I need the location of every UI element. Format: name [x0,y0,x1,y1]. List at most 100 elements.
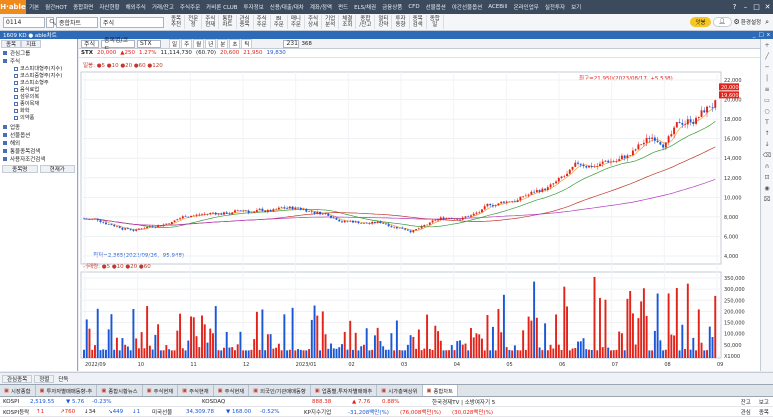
chart-market-select[interactable]: 주식 [81,39,99,48]
magnet-icon[interactable]: ∩ [763,162,772,171]
screen-number-input[interactable]: 0114 [3,16,45,28]
quick-button[interactable]: 주식 주문 [254,15,271,29]
horizontal-line-icon[interactable]: ─ [763,63,772,72]
window-tab[interactable]: ▣ 주식현재 [214,384,250,397]
window-minimize-icon[interactable]: _ [753,32,756,38]
arrow-up-icon[interactable]: ↑ [763,129,772,138]
menu-item[interactable]: 펀드 [335,3,351,11]
text-icon[interactable]: T [763,118,772,127]
group-item[interactable]: 사용자조건검색 [0,155,77,163]
tree-item[interactable]: 코스피대형주(지수) [14,65,77,72]
group-item[interactable]: 통물종목검색 [0,147,77,155]
tree-item[interactable]: 종이목재 [14,100,77,107]
favorites-button[interactable]: 관심종목 [2,374,33,383]
menu-item[interactable]: 기본 [26,3,42,11]
menu-item[interactable]: ACEBill [485,4,510,10]
help-icon[interactable]: ? [729,0,740,14]
window-tab[interactable]: ▣ 외국인/기관매매동향 [249,384,311,397]
group-item[interactable]: 선물옵션 [0,131,77,139]
stock-code-select[interactable]: 주식 [100,16,164,28]
menu-item[interactable]: 신용/대출/대차 [267,3,307,11]
chart-category-select[interactable]: 종목명/코드 [101,37,135,53]
rectangle-icon[interactable]: ▭ [763,96,772,105]
stock-name-button[interactable]: 종목명 [2,165,38,173]
maximize-icon[interactable]: □ [751,0,762,14]
quick-button[interactable]: BI 주문 [271,15,288,29]
minimize-icon[interactable]: – [740,0,751,14]
window-tab[interactable]: ▣ 종합차트 [422,384,459,397]
tree-item[interactable]: 코스피중형주(지수) [14,72,77,79]
window-tab[interactable]: ▣ 시가총액상위 [377,384,423,397]
quick-button[interactable]: 종목 추천 [168,15,186,29]
eye-icon[interactable]: ◉ [763,184,772,193]
gear-icon[interactable]: ⚙ [734,18,740,26]
window-tab[interactable]: ▣ 주식현재 [143,384,179,397]
balance-label[interactable]: 잔고 [741,398,759,406]
window-tab[interactable]: ▣ 종합시황뉴스 [97,384,143,397]
close-icon[interactable]: ✕ [762,0,773,14]
window-close-icon[interactable]: x [767,32,770,38]
menu-item[interactable]: 온라인업무 [511,3,542,11]
chart-count-input[interactable]: 231 [283,39,300,48]
fibonacci-icon[interactable]: ≡ [763,85,772,94]
window-tab[interactable]: ▣ 주식현재 [178,384,214,397]
quick-button[interactable]: 전문 정 [185,15,203,29]
ad-pill[interactable]: 앗봉 [690,17,711,27]
menu-item[interactable]: 월간HOT [42,3,70,11]
period-button[interactable]: 분 [217,38,229,49]
window-tab[interactable]: ▣ 시장종합 [0,384,36,397]
quick-button[interactable]: 통합 차트 [219,15,237,29]
group-favorites[interactable]: 관심그룹 [0,49,77,57]
group-item[interactable]: 해외 [0,139,77,147]
window-maximize-icon[interactable]: □ [759,32,764,38]
menu-item[interactable]: 투자정보 [241,3,267,11]
menu-item[interactable]: 종합화면 [70,3,96,11]
tree-item[interactable]: 의약품 [14,114,77,121]
period-button[interactable]: 틱 [241,38,253,49]
period-button[interactable]: 초 [229,38,241,49]
arrow-down-icon[interactable]: ↓ [763,140,772,149]
user-icon[interactable]: 👤︎ [712,17,732,27]
quick-button[interactable]: 종합 일 [427,15,444,29]
window-tab[interactable]: ▣ 투자자별매매동향-추 [36,384,98,397]
watch-label[interactable]: 관심 [741,408,759,416]
menu-item[interactable]: 계좌/정액 [307,3,335,11]
trendline-icon[interactable]: ╱ [763,52,772,61]
menu-item[interactable]: CFD [405,4,422,10]
menu-item[interactable]: 해외주식 [123,3,149,11]
eraser-icon[interactable]: ⌫ [763,151,772,160]
menu-item[interactable]: 실전투자 [542,3,568,11]
report-label[interactable]: 보고 [759,398,773,406]
window-tab[interactable]: ▣ 업종별,투자자별매매추 [311,384,378,397]
tree-item[interactable]: 섬유의복 [14,93,77,100]
trash-icon[interactable]: ⌧ [763,195,772,204]
menu-item[interactable]: 자산현황 [96,3,122,11]
tab-stock[interactable]: 종목 [1,40,22,48]
tree-item[interactable]: 코스피소형주 [14,79,77,86]
vertical-line-icon[interactable]: │ [763,74,772,83]
single-checkbox[interactable]: 단독 [58,375,68,383]
screen-search-icon[interactable]: 🔍︎ [46,16,57,28]
menu-item[interactable]: 야간선물옵션 [449,3,485,11]
menu-item[interactable]: 주식주문 [177,3,203,11]
quick-button[interactable]: 관심 종목 [237,15,254,29]
sort-button[interactable]: 정렬 [34,374,55,383]
period-button[interactable]: 년 [205,38,217,49]
menu-item[interactable]: 선물옵션 [423,3,449,11]
tab-indicator[interactable]: 지표 [21,40,42,48]
screen-name-select[interactable]: 종합차트 [56,16,98,28]
tree-item[interactable]: 화학 [14,107,77,114]
stock-label[interactable]: 종목 [759,408,773,416]
current-price-button[interactable]: 현재가 [39,165,75,173]
circle-icon[interactable]: ○ [763,107,772,116]
menu-item[interactable]: 보기 [568,3,584,11]
quick-button[interactable]: 체결 조회 [339,15,357,29]
tree-item[interactable]: 음식료업 [14,86,77,93]
period-button[interactable]: 일 [169,38,181,49]
period-button[interactable]: 월 [193,38,205,49]
quick-button[interactable]: 종목 검색 [410,15,427,29]
lock-icon[interactable]: ⊡ [763,173,772,182]
quick-button[interactable]: 멀티 강약 [375,15,393,29]
menu-item[interactable]: 거래/잔고 [149,3,177,11]
news-headline[interactable]: 한국경제TV | 소방여자기 5 [432,398,532,406]
